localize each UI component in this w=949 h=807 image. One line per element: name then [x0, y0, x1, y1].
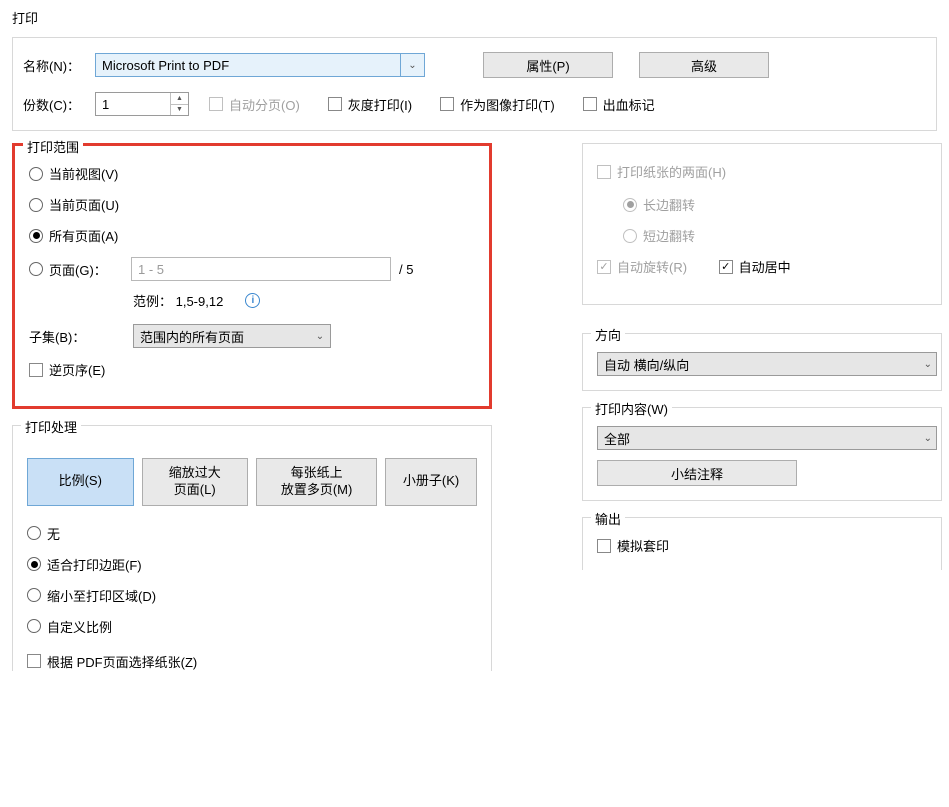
content-legend: 打印内容(W): [591, 399, 672, 418]
pages-input[interactable]: 1 - 5: [131, 257, 391, 281]
orientation-select[interactable]: 自动 横向/纵向 ⌄: [597, 352, 937, 376]
arrow-down-icon[interactable]: ▼: [171, 105, 188, 116]
dialog-title: 打印: [12, 8, 937, 27]
checkbox-box: [209, 97, 223, 111]
orientation-group: 方向 自动 横向/纵向 ⌄: [582, 333, 942, 391]
collate-checkbox: 自动分页(O): [209, 95, 300, 114]
chevron-down-icon: ⌄: [924, 433, 932, 444]
info-icon[interactable]: i: [245, 293, 260, 308]
advanced-button[interactable]: 高级: [639, 52, 769, 78]
chevron-down-icon: ⌄: [924, 359, 932, 370]
auto-rotate-checkbox: 自动旋转(R): [597, 257, 687, 276]
content-select[interactable]: 全部 ⌄: [597, 426, 937, 450]
example-text: 范例： 1,5-9,12: [133, 291, 223, 310]
checkbox-box: [328, 97, 342, 111]
choose-paper-checkbox[interactable]: 根据 PDF页面选择纸张(Z): [27, 652, 197, 671]
printer-section: 名称(N)： Microsoft Print to PDF ⌄ 属性(P) 高级…: [12, 37, 937, 131]
chevron-down-icon: ⌄: [310, 331, 330, 342]
tab-multi[interactable]: 每张纸上 放置多页(M): [256, 458, 377, 506]
subset-label: 子集(B)：: [29, 327, 133, 346]
printer-value: Microsoft Print to PDF: [102, 58, 229, 73]
chevron-down-icon: ⌄: [400, 54, 424, 76]
spinner-arrows[interactable]: ▲ ▼: [170, 93, 188, 115]
tab-scale[interactable]: 比例(S): [27, 458, 134, 506]
arrow-up-icon[interactable]: ▲: [171, 93, 188, 105]
output-group: 输出 模拟套印: [582, 517, 942, 570]
subset-select[interactable]: 范围内的所有页面 ⌄: [133, 324, 331, 348]
properties-button[interactable]: 属性(P): [483, 52, 613, 78]
radio-current-view[interactable]: 当前视图(V): [29, 164, 475, 183]
auto-center-checkbox[interactable]: 自动居中: [719, 257, 791, 276]
content-group: 打印内容(W) 全部 ⌄ 小结注释: [582, 407, 942, 501]
checkbox-box: [440, 97, 454, 111]
copies-label: 份数(C)：: [23, 95, 95, 114]
radio-pages[interactable]: 页面(G)： 1 - 5 / 5: [29, 257, 475, 281]
tab-shrink[interactable]: 缩放过大 页面(L): [142, 458, 249, 506]
radio-custom[interactable]: 自定义比例: [27, 617, 477, 636]
as-image-checkbox[interactable]: 作为图像打印(T): [440, 95, 555, 114]
name-label: 名称(N)：: [23, 56, 95, 75]
reverse-checkbox[interactable]: 逆页序(E): [29, 360, 105, 379]
radio-long-edge: 长边翻转: [623, 195, 927, 214]
copies-value: 1: [102, 97, 109, 112]
radio-shrink-area[interactable]: 缩小至打印区域(D): [27, 586, 477, 605]
simulate-checkbox[interactable]: 模拟套印: [597, 536, 669, 555]
orientation-legend: 方向: [591, 325, 625, 344]
grayscale-checkbox[interactable]: 灰度打印(I): [328, 95, 412, 114]
total-pages: / 5: [399, 262, 413, 277]
duplex-group: 打印纸张的两面(H) 长边翻转 短边翻转 自动旋转(R) 自动居中: [582, 143, 942, 305]
bleed-checkbox[interactable]: 出血标记: [583, 95, 655, 114]
checkbox-box: [583, 97, 597, 111]
output-legend: 输出: [591, 509, 625, 528]
radio-all-pages[interactable]: 所有页面(A): [29, 226, 475, 245]
print-range-group: 打印范围 当前视图(V) 当前页面(U) 所有页面(A) 页面(G)： 1 - …: [12, 143, 492, 409]
summary-button[interactable]: 小结注释: [597, 460, 797, 486]
radio-fit[interactable]: 适合打印边距(F): [27, 555, 477, 574]
printer-select[interactable]: Microsoft Print to PDF ⌄: [95, 53, 425, 77]
tab-booklet[interactable]: 小册子(K): [385, 458, 477, 506]
handling-legend: 打印处理: [21, 417, 81, 436]
both-sides-checkbox: 打印纸张的两面(H): [597, 162, 726, 181]
range-legend: 打印范围: [23, 137, 83, 156]
copies-spinner[interactable]: 1 ▲ ▼: [95, 92, 189, 116]
radio-short-edge: 短边翻转: [623, 226, 927, 245]
radio-current-page[interactable]: 当前页面(U): [29, 195, 475, 214]
handling-group: 打印处理 比例(S) 缩放过大 页面(L) 每张纸上 放置多页(M) 小册子(K…: [12, 425, 492, 672]
radio-none[interactable]: 无: [27, 524, 477, 543]
